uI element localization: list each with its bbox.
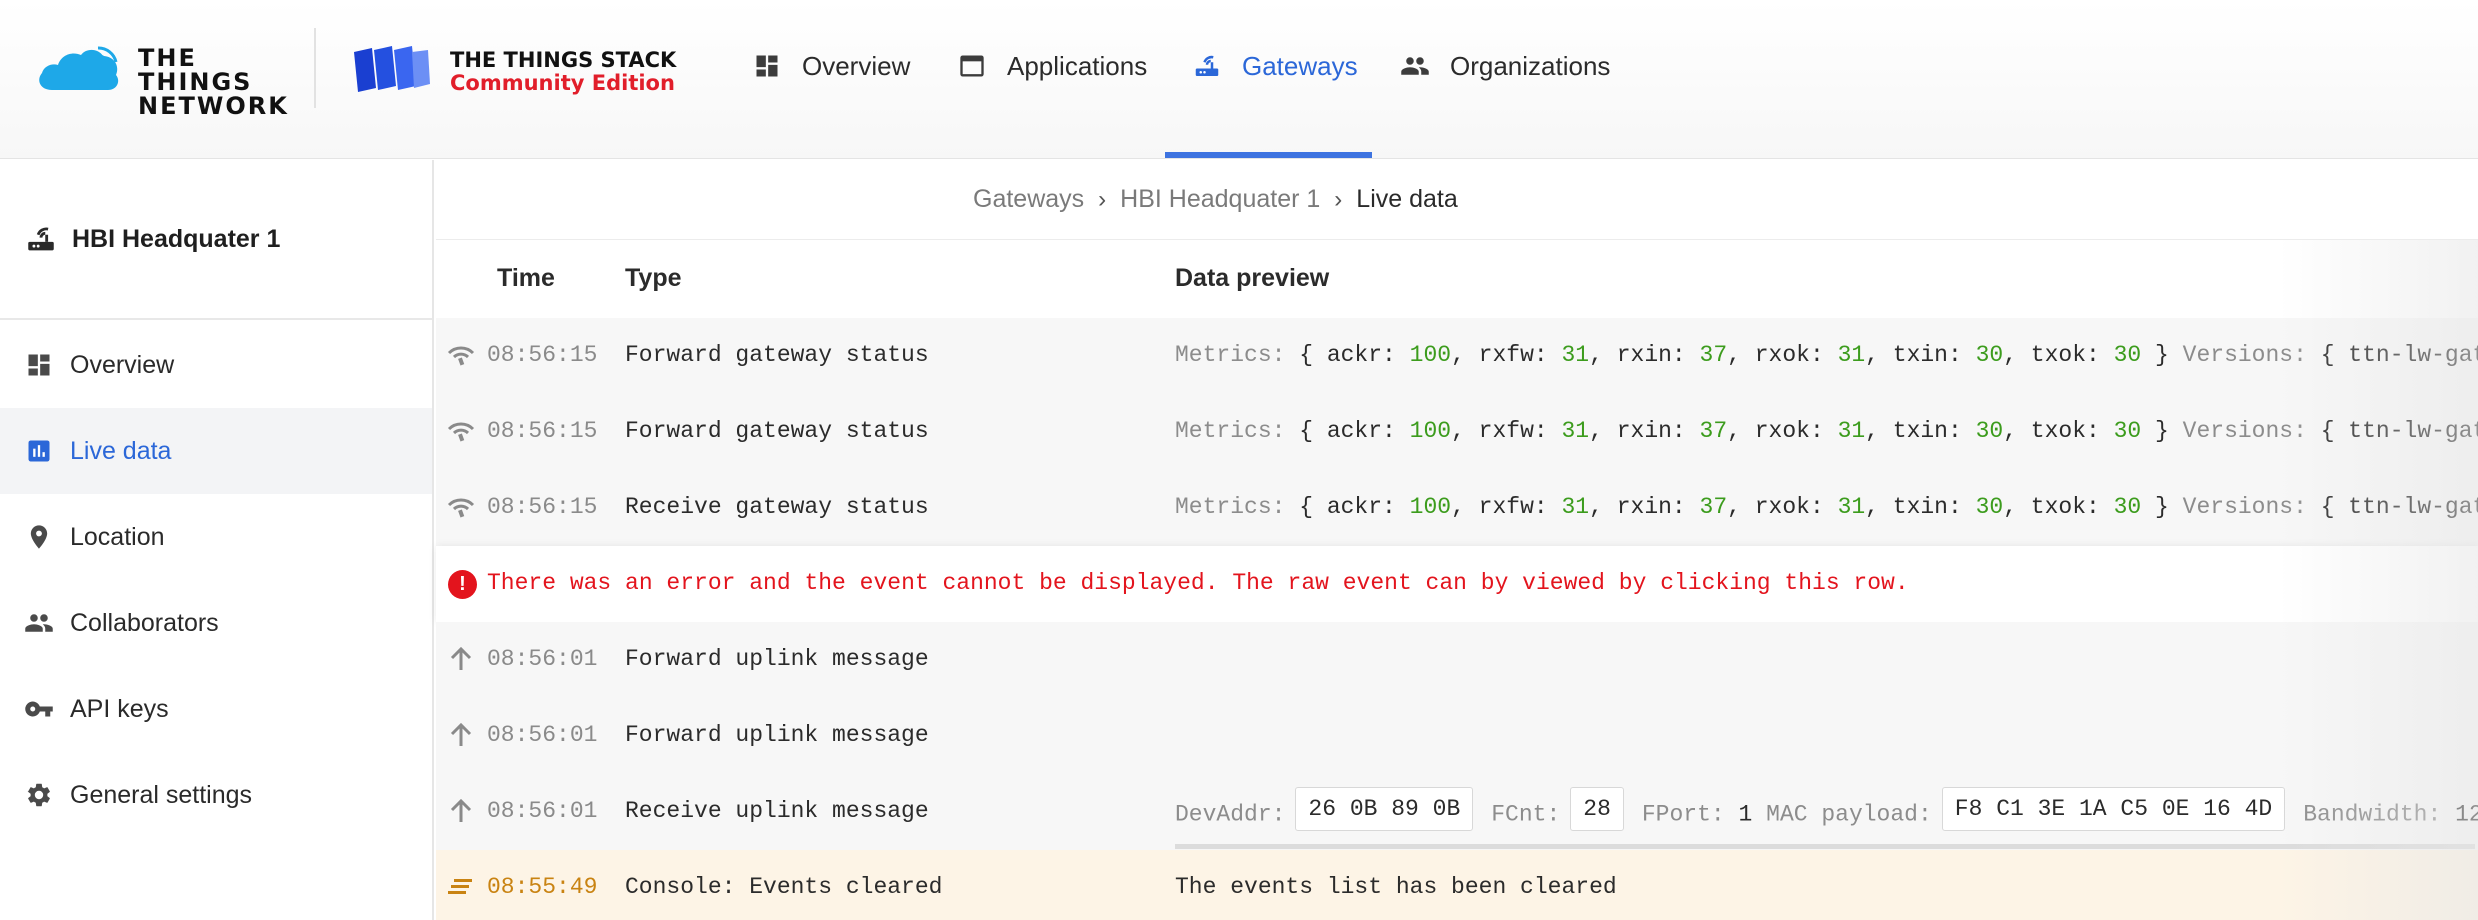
event-time: 08:56:01 xyxy=(487,722,598,748)
table-row[interactable]: 08:55:49 Console: Events cleared The eve… xyxy=(436,850,2478,920)
table-row[interactable]: 08:56:15 Receive gateway status Metrics:… xyxy=(436,470,2478,546)
event-time: 08:55:49 xyxy=(487,874,598,900)
error-icon: ! xyxy=(448,570,477,599)
nav-gateways-label: Gateways xyxy=(1242,50,1358,81)
event-type: Forward gateway status xyxy=(625,342,929,368)
table-header: Time Type Data preview xyxy=(436,240,2478,316)
router-icon xyxy=(28,227,54,251)
column-time: Time xyxy=(497,264,555,292)
table-row[interactable]: 08:56:01 Receive uplink message DevAddr:… xyxy=(436,774,2478,850)
event-time: 08:56:01 xyxy=(487,798,598,824)
sidebar-item-api-keys[interactable]: API keys xyxy=(0,666,432,752)
event-type: Console: Events cleared xyxy=(625,874,943,900)
window-icon xyxy=(955,49,989,83)
gateway-title-text: HBI Headquater 1 xyxy=(72,224,281,253)
breadcrumb-current: Live data xyxy=(1356,185,1458,213)
event-type: Receive gateway status xyxy=(625,494,929,520)
stack-logo-edition: Community Edition xyxy=(450,71,675,95)
people-icon xyxy=(22,606,56,640)
stack-cards-icon xyxy=(354,46,430,92)
nav-overview-label: Overview xyxy=(802,50,911,81)
breadcrumb: Gateways › HBI Headquater 1 › Live data xyxy=(436,160,2478,240)
sidebar-item-location[interactable]: Location xyxy=(0,494,432,580)
router-icon xyxy=(1190,49,1224,83)
sidebar-item-label: Collaborators xyxy=(70,608,219,637)
dashboard-icon xyxy=(22,348,56,382)
event-time: 08:56:15 xyxy=(487,418,598,444)
logo-divider xyxy=(314,28,316,108)
devaddr-value[interactable]: 26 0B 89 0B xyxy=(1295,787,1474,831)
sidebar-item-label: Live data xyxy=(70,436,172,465)
tn-logo-text: THE THINGS NETWORK xyxy=(138,44,289,120)
the-things-stack-logo[interactable]: THE THINGS STACK Community Edition xyxy=(350,44,676,100)
event-data-preview: The events list has been cleared xyxy=(1175,874,1617,900)
arrow-up-icon xyxy=(446,796,476,826)
nav-organizations[interactable]: Organizations xyxy=(1398,44,1610,88)
event-data-preview: Metrics: { ackr: 100, rxfw: 31, rxin: 37… xyxy=(1175,494,2478,520)
sidebar-divider xyxy=(0,318,432,320)
event-data-preview: Metrics: { ackr: 100, rxfw: 31, rxin: 37… xyxy=(1175,342,2478,368)
top-header: THE THINGS NETWORK THE THINGS STACK Comm… xyxy=(0,0,2478,159)
error-message: There was an error and the event cannot … xyxy=(487,570,1909,596)
key-icon xyxy=(22,692,56,726)
horizontal-scrollbar[interactable] xyxy=(1175,844,2475,849)
sidebar-item-label: Overview xyxy=(70,350,175,379)
active-nav-indicator xyxy=(1165,152,1372,158)
gateway-title: HBI Headquater 1 xyxy=(24,222,280,256)
nav-organizations-label: Organizations xyxy=(1450,50,1611,81)
event-type: Forward uplink message xyxy=(625,722,929,748)
arrow-up-icon xyxy=(446,644,476,674)
gear-icon xyxy=(22,778,56,812)
stack-logo-title: THE THINGS STACK xyxy=(450,48,677,72)
table-row[interactable]: 08:56:01 Forward uplink message xyxy=(436,698,2478,774)
dashboard-icon xyxy=(750,49,784,83)
wifi-status-icon xyxy=(446,340,476,370)
arrow-up-icon xyxy=(446,720,476,750)
fcnt-value[interactable]: 28 xyxy=(1570,787,1624,831)
sidebar-item-overview[interactable]: Overview xyxy=(0,322,432,408)
wifi-status-icon xyxy=(446,416,476,446)
sidebar-item-general-settings[interactable]: General settings xyxy=(0,752,432,838)
table-row[interactable]: 08:56:15 Forward gateway status Metrics:… xyxy=(436,394,2478,470)
sidebar: HBI Headquater 1 Overview Live data Loca… xyxy=(0,160,434,920)
chevron-right-icon: › xyxy=(1098,185,1107,213)
event-time: 08:56:15 xyxy=(487,494,598,520)
nav-gateways[interactable]: Gateways xyxy=(1190,44,1358,88)
sidebar-item-label: Location xyxy=(70,522,165,551)
breadcrumb-gateway[interactable]: HBI Headquater 1 xyxy=(1120,185,1320,214)
nav-applications-label: Applications xyxy=(1007,50,1148,81)
event-data-preview: Metrics: { ackr: 100, rxfw: 31, rxin: 37… xyxy=(1175,418,2478,444)
sidebar-item-collaborators[interactable]: Collaborators xyxy=(0,580,432,666)
main-content: Gateways › HBI Headquater 1 › Live data … xyxy=(436,160,2478,920)
sidebar-item-label: API keys xyxy=(70,694,169,723)
bar-chart-icon xyxy=(22,434,56,468)
column-type: Type xyxy=(625,264,682,292)
event-type: Receive uplink message xyxy=(625,798,929,824)
cloud-icon xyxy=(39,46,119,90)
lines-icon xyxy=(446,872,476,902)
chevron-right-icon: › xyxy=(1334,185,1343,213)
column-data-preview: Data preview xyxy=(1175,264,1330,292)
nav-applications[interactable]: Applications xyxy=(955,44,1147,88)
table-row[interactable]: 08:56:01 Forward uplink message xyxy=(436,622,2478,698)
event-time: 08:56:15 xyxy=(487,342,598,368)
event-type: Forward gateway status xyxy=(625,418,929,444)
wifi-status-icon xyxy=(446,492,476,522)
mac-payload-value[interactable]: F8 C1 3E 1A C5 0E 16 4D xyxy=(1941,787,2286,831)
location-pin-icon xyxy=(22,520,56,554)
the-things-network-logo[interactable]: THE THINGS NETWORK xyxy=(34,40,287,118)
error-row[interactable]: ! There was an error and the event canno… xyxy=(436,546,2478,622)
people-icon xyxy=(1398,49,1432,83)
event-data-preview: DevAddr: 26 0B 89 0B FCnt: 28 FPort: 1 MAC p… xyxy=(1175,787,2478,831)
sidebar-item-live-data[interactable]: Live data xyxy=(0,408,432,494)
event-type: Forward uplink message xyxy=(625,646,929,672)
table-row[interactable]: 08:56:15 Forward gateway status Metrics:… xyxy=(436,318,2478,394)
event-time: 08:56:01 xyxy=(487,646,598,672)
sidebar-item-label: General settings xyxy=(70,780,253,809)
nav-overview[interactable]: Overview xyxy=(750,44,910,88)
breadcrumb-gateways[interactable]: Gateways xyxy=(973,185,1084,214)
